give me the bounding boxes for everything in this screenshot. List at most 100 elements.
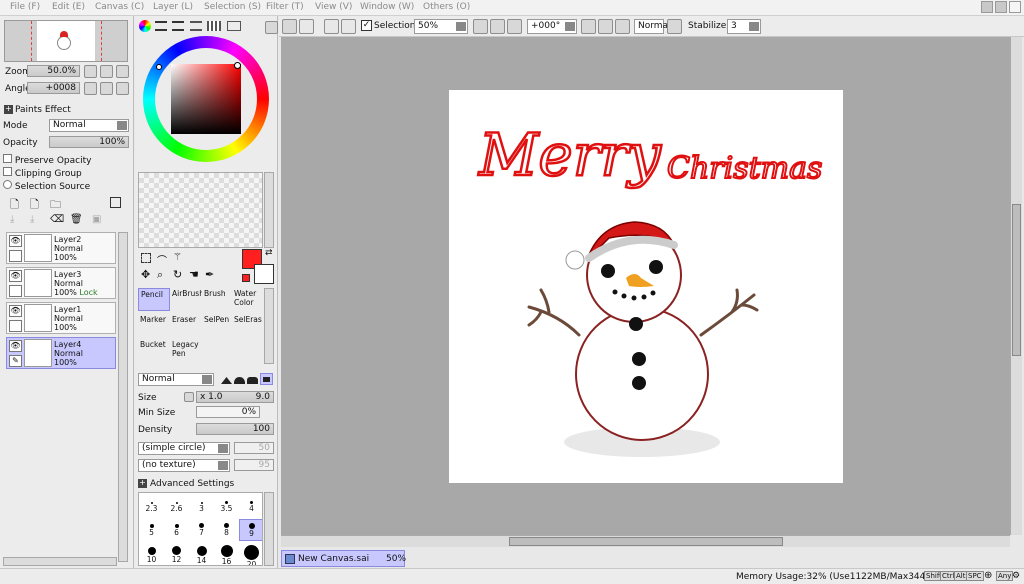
brush-shape-strength[interactable]: 50 bbox=[234, 442, 274, 454]
menu-window[interactable]: Window (W) bbox=[360, 2, 414, 12]
scratchpad-tab-icon[interactable] bbox=[227, 21, 241, 31]
rotate-reset-button[interactable] bbox=[116, 82, 129, 95]
brush-preset[interactable]: 3 bbox=[189, 497, 214, 517]
expand-icon[interactable]: + bbox=[138, 479, 147, 488]
menu-view[interactable]: View (V) bbox=[315, 2, 352, 12]
menu-layer[interactable]: Layer (L) bbox=[153, 2, 193, 12]
hue-handle[interactable] bbox=[156, 64, 162, 70]
tool-brush[interactable]: Brush bbox=[202, 288, 234, 311]
expand-icon[interactable]: + bbox=[4, 105, 13, 114]
zoom-reset-button[interactable] bbox=[116, 65, 129, 78]
min-size-slider[interactable]: 0% bbox=[196, 406, 260, 418]
brush-texture-select[interactable]: (no texture) bbox=[138, 459, 230, 472]
move-icon[interactable]: ✥ bbox=[141, 268, 150, 281]
density-slider[interactable]: 100 bbox=[196, 423, 274, 435]
menu-file[interactable]: File (F) bbox=[10, 2, 40, 12]
panel-menu-button[interactable] bbox=[265, 21, 278, 34]
brush-preset[interactable]: 5 bbox=[139, 521, 164, 541]
stabilizer-select[interactable]: 3 bbox=[727, 19, 761, 34]
canvas-v-scrollbar[interactable] bbox=[1010, 37, 1022, 535]
rect-select-icon[interactable] bbox=[141, 253, 151, 263]
brush-preset[interactable]: 8 bbox=[214, 521, 239, 541]
saturation-value-square[interactable] bbox=[171, 64, 241, 134]
redo-button[interactable] bbox=[299, 19, 314, 34]
menu-selection[interactable]: Selection (S) bbox=[204, 2, 261, 12]
clear-layer-icon[interactable]: ⌫ bbox=[50, 214, 64, 225]
brush-shape-select[interactable]: (simple circle) bbox=[138, 442, 230, 455]
layer-item-layer1[interactable]: 👁 Layer1 Normal 100% bbox=[6, 302, 116, 334]
hand-icon[interactable]: ☚ bbox=[189, 268, 199, 281]
rotate-tool-icon[interactable]: ↻ bbox=[173, 268, 182, 281]
hue-ring[interactable] bbox=[143, 36, 269, 162]
selection-checkbox[interactable]: ✓ bbox=[361, 20, 372, 31]
selection-source-checkbox[interactable]: Selection Source bbox=[3, 180, 90, 192]
canvas-v-scroll-thumb[interactable] bbox=[1012, 204, 1021, 356]
angle-slider[interactable]: +0008 bbox=[27, 82, 80, 94]
layer-item-layer4[interactable]: 👁 ✎ Layer4 Normal 100% bbox=[6, 337, 116, 369]
opacity-slider[interactable]: 100% bbox=[49, 136, 129, 148]
new-linework-icon[interactable]: 🗋 bbox=[30, 196, 39, 215]
swatches-tab-icon[interactable] bbox=[207, 21, 221, 31]
clipping-group-checkbox[interactable]: Clipping Group bbox=[3, 167, 82, 179]
scratchpad-scrollbar[interactable] bbox=[264, 172, 274, 248]
color-picker-handle[interactable] bbox=[234, 62, 241, 69]
rotate-reset-button[interactable] bbox=[615, 19, 630, 34]
layer-mode-select[interactable]: Normal bbox=[49, 119, 129, 132]
apply-mask-icon[interactable]: ▣ bbox=[92, 214, 101, 225]
pencil-icon[interactable]: ✎ bbox=[9, 355, 22, 367]
brush-presets-scrollbar[interactable] bbox=[264, 492, 274, 566]
canvas-h-scroll-thumb[interactable] bbox=[509, 537, 783, 546]
new-folder-icon[interactable]: 🗀 bbox=[50, 196, 61, 215]
swap-colors-icon[interactable]: ⇄ bbox=[265, 248, 273, 258]
rotate-left-button[interactable] bbox=[84, 82, 97, 95]
brush-preset[interactable]: 16 bbox=[214, 545, 239, 565]
lock-toggle[interactable] bbox=[9, 250, 22, 262]
brush-preset[interactable]: 2.6 bbox=[164, 497, 189, 517]
tool-legacy-pen[interactable]: Legacy Pen bbox=[170, 339, 200, 362]
canvas-h-scrollbar[interactable] bbox=[281, 535, 1010, 547]
minimize-button[interactable] bbox=[981, 1, 993, 13]
menu-edit[interactable]: Edit (E) bbox=[52, 2, 85, 12]
brush-preset[interactable]: 20 bbox=[239, 545, 262, 565]
layers-h-scrollbar[interactable] bbox=[3, 557, 117, 566]
eyedropper-icon[interactable]: ✒ bbox=[205, 268, 214, 281]
size-slider[interactable]: x 1.0 9.0 bbox=[196, 391, 274, 403]
zoom-select[interactable]: 50% bbox=[414, 19, 468, 34]
hsv-slider-tab-icon[interactable] bbox=[172, 21, 184, 31]
invert-selection-button[interactable] bbox=[341, 19, 356, 34]
rotate-cw-button[interactable] bbox=[598, 19, 613, 34]
edge-square-icon[interactable] bbox=[260, 373, 273, 385]
document-tab[interactable]: New Canvas.sai 50% bbox=[281, 550, 406, 567]
merge-down-icon[interactable]: ⤓ bbox=[30, 214, 34, 225]
transparent-color-icon[interactable] bbox=[242, 274, 250, 282]
magic-wand-icon[interactable]: ⚚ bbox=[173, 252, 182, 263]
tool-eraser[interactable]: Eraser bbox=[170, 314, 202, 337]
brush-preset[interactable]: 7 bbox=[189, 521, 214, 541]
flip-view-button[interactable] bbox=[667, 19, 682, 34]
eye-icon[interactable]: 👁 bbox=[9, 340, 22, 352]
brush-preset[interactable]: 12 bbox=[164, 545, 189, 565]
menu-filter[interactable]: Filter (T) bbox=[266, 2, 304, 12]
eye-icon[interactable]: 👁 bbox=[9, 270, 22, 282]
lock-toggle[interactable] bbox=[9, 285, 22, 297]
layer-item-layer2[interactable]: 👁 Layer2 Normal 100% bbox=[6, 232, 116, 264]
zoom-slider[interactable]: 50.0% bbox=[27, 65, 80, 77]
gear-icon[interactable]: ⚙ bbox=[1012, 571, 1020, 581]
zoom-in-button[interactable] bbox=[100, 65, 113, 78]
color-wheel-tab-icon[interactable] bbox=[139, 20, 151, 32]
canvas[interactable]: Merry Christmas bbox=[449, 90, 843, 483]
layers-scrollbar[interactable] bbox=[118, 232, 128, 562]
zoom-fit-button[interactable] bbox=[507, 19, 522, 34]
edge-hard-icon[interactable] bbox=[221, 377, 232, 384]
brush-preset[interactable]: 14 bbox=[189, 545, 214, 565]
transfer-down-icon[interactable]: ⤓ bbox=[10, 214, 14, 225]
layer-item-layer3[interactable]: 👁 Layer3 Normal 100% Lock bbox=[6, 267, 116, 299]
tool-seleras[interactable]: SelEras bbox=[232, 314, 264, 337]
menu-others[interactable]: Others (O) bbox=[423, 2, 470, 12]
rgb-slider-tab-icon[interactable] bbox=[155, 21, 167, 31]
advanced-settings-label[interactable]: Advanced Settings bbox=[150, 479, 234, 489]
lasso-icon[interactable]: ⌒ bbox=[157, 252, 167, 267]
brush-texture-strength[interactable]: 95 bbox=[234, 459, 274, 471]
edge-medium-icon[interactable] bbox=[234, 377, 245, 384]
mask-icon[interactable] bbox=[110, 197, 121, 208]
